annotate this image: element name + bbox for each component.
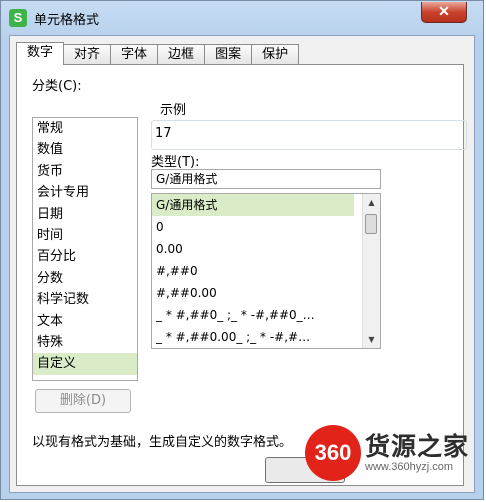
format-cells-dialog: S 单元格格式 ✕ 数字 对齐 字体 边框 图案 保护 分类(C): 常规 数值… [0, 0, 484, 500]
watermark: 360 货源之家 www.360hyzj.com [301, 419, 483, 501]
type-list[interactable]: G/通用格式 0 0.00 #,##0 #,##0.00 _ * #,##0_ … [151, 193, 381, 349]
type-item[interactable]: _ * #,##0.00_ ;_ * -#,#… [152, 326, 354, 348]
category-item[interactable]: 会计专用 [33, 182, 137, 203]
tab-strip: 数字 对齐 字体 边框 图案 保护 [16, 42, 300, 65]
sample-label: 示例 [157, 99, 190, 118]
watermark-name: 货源之家 [365, 432, 470, 461]
title-bar: S 单元格格式 ✕ [1, 1, 485, 35]
scroll-down-icon[interactable]: ▼ [363, 331, 380, 348]
category-item[interactable]: 时间 [33, 225, 137, 246]
type-label: 类型(T): [151, 155, 200, 170]
category-item[interactable]: 常规 [33, 118, 137, 139]
type-item[interactable]: _ * #,##0_ ;_ * -#,##0_… [152, 304, 354, 326]
app-icon: S [9, 9, 27, 27]
category-item[interactable]: 数值 [33, 139, 137, 160]
close-button[interactable]: ✕ [421, 2, 467, 23]
type-item[interactable]: 0.00 [152, 238, 354, 260]
category-list[interactable]: 常规 数值 货币 会计专用 日期 时间 百分比 分数 科学记数 文本 特殊 自定… [32, 117, 138, 381]
window-title: 单元格格式 [34, 13, 100, 28]
sample-value: 17 [155, 126, 172, 141]
scroll-thumb[interactable] [365, 214, 377, 234]
category-item[interactable]: 特殊 [33, 332, 137, 353]
type-item[interactable]: #,##0.00 [152, 282, 354, 304]
scroll-up-icon[interactable]: ▲ [363, 194, 380, 211]
category-item-selected[interactable]: 自定义 [33, 353, 137, 375]
format-description: 以现有格式为基础，生成自定义的数字格式。 [32, 435, 293, 450]
type-item-selected[interactable]: G/通用格式 [152, 194, 354, 216]
sample-groupbox [151, 120, 467, 150]
watermark-logo: 360 [305, 425, 361, 481]
type-item[interactable]: #,##0 [152, 260, 354, 282]
category-item[interactable]: 文本 [33, 311, 137, 332]
type-item[interactable]: 0 [152, 216, 354, 238]
watermark-url: www.360hyzj.com [365, 461, 454, 473]
tab-border[interactable]: 边框 [157, 44, 206, 64]
tab-protection[interactable]: 保护 [251, 44, 300, 64]
delete-button[interactable]: 删除(D) [35, 389, 131, 413]
category-item[interactable]: 分数 [33, 268, 137, 289]
category-item[interactable]: 百分比 [33, 246, 137, 267]
category-item[interactable]: 货币 [33, 161, 137, 182]
type-input[interactable]: G/通用格式 [151, 169, 381, 189]
type-list-scrollbar[interactable]: ▲ ▼ [362, 194, 380, 348]
category-label: 分类(C): [32, 79, 82, 94]
tab-alignment[interactable]: 对齐 [63, 44, 112, 64]
tab-font[interactable]: 字体 [110, 44, 159, 64]
tab-pattern[interactable]: 图案 [204, 44, 253, 64]
category-item[interactable]: 日期 [33, 204, 137, 225]
tab-number[interactable]: 数字 [16, 42, 65, 65]
category-item[interactable]: 科学记数 [33, 289, 137, 310]
